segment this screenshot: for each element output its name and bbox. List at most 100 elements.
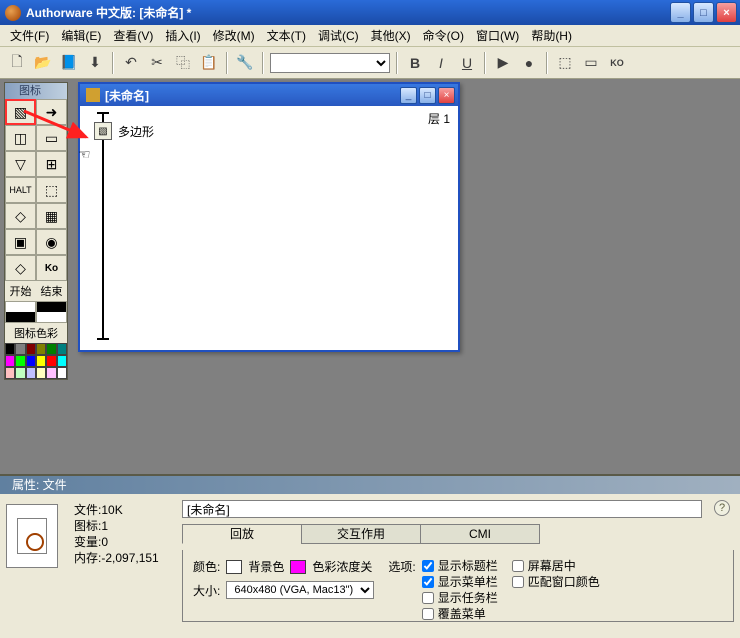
color-swatch[interactable] <box>36 367 46 379</box>
chroma-color-swatch[interactable] <box>290 560 306 574</box>
menu-other[interactable]: 其他(X) <box>365 25 417 46</box>
color-swatch[interactable] <box>57 367 67 379</box>
color-swatch[interactable] <box>26 343 36 355</box>
color-swatch[interactable] <box>26 355 36 367</box>
opt-menubar[interactable] <box>422 576 434 588</box>
style-combo[interactable] <box>270 53 390 73</box>
flowline-node[interactable]: ▧ 多边形 <box>94 122 154 140</box>
display-icon[interactable]: ▧ <box>5 99 36 125</box>
new-button[interactable]: 🗋 <box>6 52 28 74</box>
cut-button[interactable]: ✂ <box>146 52 168 74</box>
color-label: 颜色: <box>193 558 220 575</box>
open-button[interactable]: 📂 <box>32 52 54 74</box>
italic-button[interactable]: I <box>430 52 452 74</box>
undo-button[interactable]: ↶ <box>120 52 142 74</box>
motion-icon[interactable]: ➜ <box>36 99 67 125</box>
color-swatch[interactable] <box>36 355 46 367</box>
find-button[interactable]: 🔧 <box>234 52 256 74</box>
workspace: 图标 ▧ ➜ ◫ ▭ ▽ ⊞ HALT ⬚ ◇ ▦ ▣ ◉ ◇ Ko 开始 结束… <box>0 79 740 474</box>
color-swatch[interactable] <box>15 343 25 355</box>
opt-taskbar[interactable] <box>422 592 434 604</box>
flowwin-close[interactable]: × <box>438 87 455 104</box>
underline-button[interactable]: U <box>456 52 478 74</box>
dvd-icon[interactable]: ◇ <box>5 255 36 281</box>
color-swatch[interactable] <box>15 367 25 379</box>
menubar: 文件(F) 编辑(E) 查看(V) 插入(I) 修改(M) 文本(T) 调试(C… <box>0 25 740 47</box>
movie-icon[interactable]: ▣ <box>5 229 36 255</box>
functions-button[interactable]: ⬚ <box>554 52 576 74</box>
opt-overlay[interactable] <box>422 608 434 620</box>
end-flag[interactable] <box>36 301 67 323</box>
color-swatch[interactable] <box>57 355 67 367</box>
opt-center[interactable] <box>512 560 524 572</box>
tab-interact[interactable]: 交互作用 <box>301 524 421 544</box>
menu-view[interactable]: 查看(V) <box>107 25 159 46</box>
flowwin-titlebar[interactable]: [未命名] _ □ × <box>80 84 458 106</box>
variables-button[interactable]: ▭ <box>580 52 602 74</box>
flowwin-maximize[interactable]: □ <box>419 87 436 104</box>
end-flag-label: 结束 <box>36 281 67 301</box>
menu-help[interactable]: 帮助(H) <box>525 25 578 46</box>
bg-color-swatch[interactable] <box>226 560 242 574</box>
menu-file[interactable]: 文件(F) <box>4 25 55 46</box>
run-button[interactable]: ▶ <box>492 52 514 74</box>
sound-icon[interactable]: ◉ <box>36 229 67 255</box>
framework-icon[interactable]: ⊞ <box>36 151 67 177</box>
decision-icon[interactable]: HALT <box>5 177 36 203</box>
start-flag[interactable] <box>5 301 36 323</box>
tab-playback[interactable]: 回放 <box>182 524 302 544</box>
flowwin-minimize[interactable]: _ <box>400 87 417 104</box>
color-swatch[interactable] <box>5 367 15 379</box>
color-swatch[interactable] <box>46 367 56 379</box>
color-palette <box>5 343 67 379</box>
file-name-input[interactable] <box>182 500 702 518</box>
color-swatch[interactable] <box>26 367 36 379</box>
color-swatch[interactable] <box>5 355 15 367</box>
save-button[interactable]: 📘 <box>58 52 80 74</box>
color-swatch[interactable] <box>15 355 25 367</box>
maximize-button[interactable]: □ <box>693 2 714 23</box>
menu-edit[interactable]: 编辑(E) <box>55 25 107 46</box>
color-swatch[interactable] <box>36 343 46 355</box>
erase-icon[interactable]: ◫ <box>5 125 36 151</box>
interaction-icon[interactable]: ⬚ <box>36 177 67 203</box>
opt-titlebar[interactable] <box>422 560 434 572</box>
navigate-icon[interactable]: ▽ <box>5 151 36 177</box>
color-swatch[interactable] <box>5 343 15 355</box>
control-button[interactable]: ● <box>518 52 540 74</box>
flowwin-icon <box>86 88 100 102</box>
flowline-body[interactable]: 层 1 ▧ 多边形 ☜ <box>80 106 458 350</box>
flowwin-title: [未命名] <box>105 87 400 104</box>
color-swatch[interactable] <box>57 343 67 355</box>
menu-insert[interactable]: 插入(I) <box>159 25 206 46</box>
wait-icon[interactable]: ▭ <box>36 125 67 151</box>
ko-button[interactable]: KO <box>606 52 628 74</box>
opt-matchcolor[interactable] <box>512 576 524 588</box>
icon-palette: 图标 ▧ ➜ ◫ ▭ ▽ ⊞ HALT ⬚ ◇ ▦ ▣ ◉ ◇ Ko 开始 结束… <box>4 82 68 380</box>
close-button[interactable]: × <box>716 2 737 23</box>
properties-panel: 属性: 文件 ? 文件:10K 图标:1 变量:0 内存:-2,097,151 … <box>0 474 740 638</box>
app-icon <box>5 5 21 21</box>
minimize-button[interactable]: _ <box>670 2 691 23</box>
help-icon[interactable]: ? <box>714 500 730 516</box>
level-indicator: 层 1 <box>428 110 450 127</box>
menu-window[interactable]: 窗口(W) <box>470 25 525 46</box>
color-swatch[interactable] <box>46 355 56 367</box>
bold-button[interactable]: B <box>404 52 426 74</box>
copy-button[interactable]: ⿻ <box>172 52 194 74</box>
map-icon[interactable]: ▦ <box>36 203 67 229</box>
color-swatch[interactable] <box>46 343 56 355</box>
calc-icon[interactable]: ◇ <box>5 203 36 229</box>
menu-command[interactable]: 命令(O) <box>417 25 470 46</box>
menu-text[interactable]: 文本(T) <box>261 25 312 46</box>
paste-hand-icon[interactable]: ☜ <box>78 146 91 163</box>
ko-icon[interactable]: Ko <box>36 255 67 281</box>
menu-debug[interactable]: 调试(C) <box>312 25 365 46</box>
app-titlebar: Authorware 中文版: [未命名] * _ □ × <box>0 0 740 25</box>
menu-modify[interactable]: 修改(M) <box>207 25 261 46</box>
app-title: Authorware 中文版: [未命名] * <box>26 4 670 21</box>
tab-cmi[interactable]: CMI <box>420 524 540 544</box>
paste-button[interactable]: 📋 <box>198 52 220 74</box>
import-button[interactable]: ⬇ <box>84 52 106 74</box>
size-combo[interactable]: 640x480 (VGA, Mac13") <box>226 581 374 599</box>
